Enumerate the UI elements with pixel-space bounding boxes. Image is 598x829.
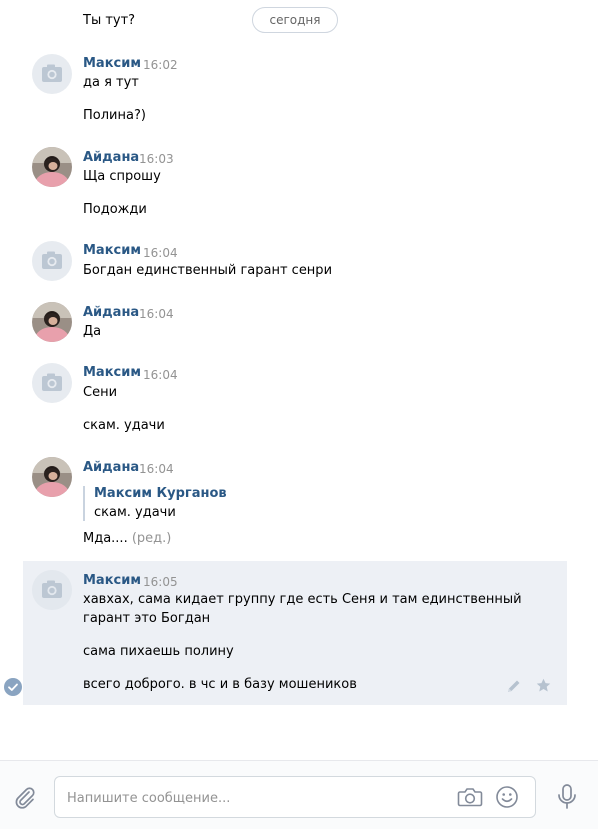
camera-placeholder-icon <box>42 251 62 269</box>
quote-bar <box>83 486 85 521</box>
message-text: Ты тут? <box>83 13 136 28</box>
avatar[interactable] <box>32 570 72 610</box>
camera-placeholder-icon <box>32 570 72 610</box>
message-time[interactable]: 16:05 <box>143 574 178 590</box>
avatar[interactable] <box>32 241 72 281</box>
avatar[interactable] <box>32 457 72 497</box>
user-photo-avatar <box>32 302 72 342</box>
message-text: хавхах, сама кидает группу где есть Сеня… <box>83 592 522 607</box>
message-text: скам. удачи <box>83 418 165 433</box>
camera-placeholder-icon <box>42 64 62 82</box>
message-input-box[interactable] <box>54 776 536 818</box>
message-time[interactable]: 16:04 <box>139 461 174 477</box>
date-divider: сегодня <box>252 7 338 33</box>
author-name[interactable]: Максим <box>83 573 141 589</box>
message-text: всего доброго. в чс и в базу мошеников <box>83 677 357 692</box>
message-body: Мда.... <box>83 531 128 546</box>
microphone-icon[interactable] <box>556 783 578 811</box>
message-time[interactable]: 16:02 <box>143 57 178 73</box>
pencil-icon[interactable] <box>506 678 522 694</box>
message-text: Да <box>83 324 102 339</box>
message-time[interactable]: 16:04 <box>139 306 174 322</box>
user-photo-avatar <box>32 457 72 497</box>
author-name[interactable]: Максим <box>83 56 141 72</box>
quoted-text: скам. удачи <box>94 505 176 520</box>
avatar[interactable] <box>32 302 72 342</box>
smiley-icon[interactable] <box>495 785 519 809</box>
avatar[interactable] <box>32 363 72 403</box>
quoted-author[interactable]: Максим Курганов <box>94 486 227 502</box>
message-text: Подожди <box>83 202 147 217</box>
message-time[interactable]: 16:03 <box>139 151 174 167</box>
message-time[interactable]: 16:04 <box>143 367 178 383</box>
star-icon[interactable] <box>535 677 552 694</box>
author-name[interactable]: Айдана <box>83 150 139 166</box>
author-name[interactable]: Айдана <box>83 460 139 476</box>
message-text: Богдан единственный гарант сенри <box>83 263 333 278</box>
message-text: сама пихаешь полину <box>83 644 234 659</box>
message-time[interactable]: 16:04 <box>143 245 178 261</box>
author-name[interactable]: Максим <box>83 243 141 259</box>
message-text: да я тут <box>83 75 139 90</box>
avatar[interactable] <box>32 147 72 187</box>
message-text: Полина?) <box>83 108 146 123</box>
message-history[interactable]: Ты тут? сегодня Максим 16:02 да я тут По… <box>0 0 598 760</box>
message-text: Мда.... (ред.) <box>83 530 171 548</box>
camera-icon[interactable] <box>457 786 483 808</box>
message-text: Ща спрошу <box>83 169 161 184</box>
author-name[interactable]: Айдана <box>83 305 139 321</box>
message-text: гарант это Богдан <box>83 611 211 626</box>
message-input[interactable] <box>67 788 447 808</box>
paperclip-icon[interactable] <box>12 785 38 811</box>
camera-placeholder-icon <box>42 373 62 391</box>
resize-grip-icon[interactable] <box>289 822 301 828</box>
check-circle-icon[interactable] <box>4 678 22 696</box>
author-name[interactable]: Максим <box>83 365 141 381</box>
edited-label[interactable]: (ред.) <box>132 531 172 546</box>
message-composer <box>0 760 598 829</box>
avatar[interactable] <box>32 54 72 94</box>
user-photo-avatar <box>32 147 72 187</box>
message-text: Сени <box>83 385 118 400</box>
